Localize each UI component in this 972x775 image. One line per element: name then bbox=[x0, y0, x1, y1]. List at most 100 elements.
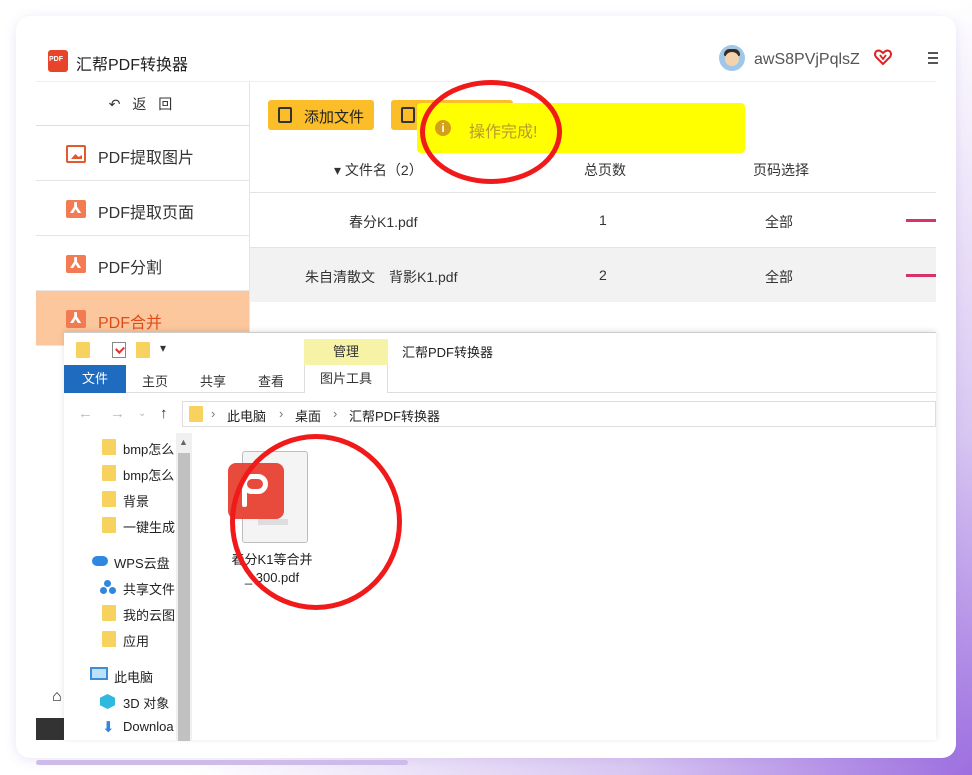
sidebar-item-label: PDF分割 bbox=[98, 260, 163, 277]
folder-icon bbox=[102, 439, 116, 455]
nav-item[interactable]: bmp怎么 bbox=[64, 461, 176, 485]
nav-item-label: Downloa bbox=[123, 719, 174, 734]
3d-objects-icon bbox=[100, 694, 115, 709]
page-count: 1 bbox=[599, 212, 607, 228]
navigation-bar: ← → ⌄ ↑ › 此电脑 › 桌面 › 汇帮PDF转换器 bbox=[64, 399, 936, 429]
nav-item-label: WPS云盘 bbox=[114, 556, 170, 571]
nav-item[interactable]: 共享文件 bbox=[64, 575, 176, 599]
tab-picture-tools[interactable]: 图片工具 bbox=[304, 365, 388, 393]
breadcrumb-desktop[interactable]: 桌面 bbox=[295, 406, 321, 425]
back-arrow-icon[interactable]: ← bbox=[78, 405, 93, 422]
table-row[interactable]: 春分K1.pdf 1 全部 bbox=[250, 192, 936, 247]
breadcrumb-folder[interactable]: 汇帮PDF转换器 bbox=[349, 406, 440, 425]
nav-item-wps-cloud[interactable]: WPS云盘 bbox=[64, 549, 176, 573]
folder-icon bbox=[76, 342, 90, 358]
tab-home[interactable]: 主页 bbox=[142, 371, 168, 390]
file-list-icon bbox=[278, 107, 292, 123]
folder-icon bbox=[189, 406, 203, 422]
taskbar-strip bbox=[36, 760, 408, 765]
download-icon: ⬇ bbox=[102, 719, 115, 736]
app-title: 汇帮PDF转换器 bbox=[76, 57, 189, 74]
breadcrumb-this-pc[interactable]: 此电脑 bbox=[227, 406, 266, 425]
file-name: 春分K1.pdf bbox=[349, 214, 418, 230]
cloud-icon bbox=[92, 556, 108, 566]
share-icon bbox=[100, 580, 116, 594]
pdf-file-icon[interactable] bbox=[228, 451, 310, 543]
toast-message: 操作完成! bbox=[469, 124, 538, 141]
recent-dropdown-icon[interactable]: ⌄ bbox=[138, 408, 146, 419]
tab-view[interactable]: 查看 bbox=[258, 371, 284, 390]
folder-icon bbox=[102, 465, 116, 481]
new-folder-icon[interactable] bbox=[136, 342, 150, 358]
add-file-button[interactable]: 添加文件 bbox=[268, 100, 374, 130]
up-arrow-icon[interactable]: ↑ bbox=[160, 405, 168, 422]
nav-item-this-pc[interactable]: 此电脑 bbox=[64, 663, 176, 687]
sidebar-item-extract-images[interactable]: PDF提取图片 bbox=[36, 126, 249, 181]
folder-icon bbox=[102, 605, 116, 621]
back-label: 返 回 bbox=[132, 96, 177, 112]
sidebar-item-split[interactable]: PDF分割 bbox=[36, 236, 249, 291]
folder-icon bbox=[102, 631, 116, 647]
remove-icon[interactable] bbox=[906, 219, 936, 222]
address-bar[interactable]: › 此电脑 › 桌面 › 汇帮PDF转换器 bbox=[182, 401, 936, 427]
avatar[interactable] bbox=[719, 45, 745, 71]
sidebar-item-extract-pages[interactable]: PDF提取页面 bbox=[36, 181, 249, 236]
folder-icon bbox=[102, 491, 116, 507]
nav-item-label: 3D 对象 bbox=[123, 696, 170, 711]
properties-icon[interactable] bbox=[112, 342, 126, 358]
col-header-filename[interactable]: ▾ 文件名（2） bbox=[334, 160, 423, 180]
back-button[interactable]: ↶ 返 回 bbox=[36, 82, 249, 126]
remove-icon[interactable] bbox=[906, 274, 936, 277]
pdf-icon bbox=[66, 199, 86, 218]
file-name-line: 春分K1等合并 bbox=[231, 552, 313, 567]
pdf-icon bbox=[66, 254, 86, 273]
nav-item[interactable]: 3D 对象 bbox=[64, 689, 176, 713]
menu-icon[interactable] bbox=[928, 52, 938, 64]
range-select[interactable]: 全部 bbox=[765, 267, 793, 287]
window-title: 汇帮PDF转换器 bbox=[402, 345, 494, 360]
tab-file[interactable]: 文件 bbox=[64, 365, 126, 393]
folder-icon bbox=[401, 107, 415, 123]
nav-item-label: 背景 bbox=[123, 494, 150, 509]
computer-icon bbox=[90, 667, 108, 680]
title-bar: PDF 汇帮PDF转换器 awS8PVjPqlsZ bbox=[36, 36, 938, 82]
tab-manage[interactable]: 管理 bbox=[304, 339, 388, 365]
nav-scrollbar[interactable]: ▲ bbox=[176, 433, 192, 741]
nav-item-label: 我的云图 bbox=[123, 608, 176, 623]
col-header-range: 页码选择 bbox=[753, 162, 809, 178]
nav-item[interactable]: 我的云图 bbox=[64, 601, 176, 625]
table-row[interactable]: 朱自清散文 背影K1.pdf 2 全部 bbox=[250, 247, 936, 302]
nav-item-label: 共享文件 bbox=[123, 582, 176, 597]
customize-quick-access-icon[interactable]: ▾ bbox=[160, 341, 166, 355]
pdf-icon bbox=[66, 309, 86, 328]
chevron-right-icon: › bbox=[211, 406, 216, 421]
nav-item[interactable]: 应用 bbox=[64, 627, 176, 651]
nav-item[interactable]: 一键生成 bbox=[64, 513, 176, 537]
username[interactable]: awS8PVjPqlsZ bbox=[754, 51, 860, 69]
range-select[interactable]: 全部 bbox=[765, 212, 793, 232]
nav-item[interactable]: 背景 bbox=[64, 487, 176, 511]
chevron-right-icon: › bbox=[333, 406, 338, 421]
sidebar-item-label: PDF提取页面 bbox=[98, 205, 195, 222]
nav-item-label: 此电脑 bbox=[114, 670, 154, 685]
nav-item[interactable]: bmp怎么 bbox=[64, 435, 176, 459]
image-icon bbox=[66, 145, 86, 163]
nav-item-label: 应用 bbox=[123, 634, 150, 649]
file-name-line: _ 300.pdf bbox=[244, 570, 300, 585]
nav-item-label: bmp怎么 bbox=[123, 442, 175, 457]
scroll-up-icon[interactable]: ▲ bbox=[179, 437, 188, 447]
status-strip bbox=[36, 718, 66, 740]
sidebar-item-label: PDF提取图片 bbox=[98, 150, 195, 167]
back-arrow-icon: ↶ bbox=[108, 96, 133, 112]
forward-arrow-icon[interactable]: → bbox=[110, 405, 125, 422]
navigation-pane: bmp怎么 bmp怎么 背景 一键生成 WPS云盘 共享文件 我的云图 应用 此… bbox=[64, 433, 192, 741]
vip-heart-icon[interactable] bbox=[874, 48, 892, 66]
tab-share[interactable]: 共享 bbox=[200, 371, 226, 390]
nav-item[interactable]: ⬇ Downloa bbox=[64, 715, 176, 739]
success-toast: i 操作完成! bbox=[417, 103, 745, 153]
info-icon: i bbox=[435, 120, 451, 136]
nav-item-label: 一键生成 bbox=[123, 520, 176, 535]
file-explorer-window: ▾ 管理 汇帮PDF转换器 文件 主页 共享 查看 图片工具 ← → ⌄ ↑ ›… bbox=[64, 332, 936, 741]
file-name-label[interactable]: 春分K1等合并 _ 300.pdf bbox=[222, 551, 322, 587]
home-icon[interactable]: ⌂ bbox=[52, 688, 62, 706]
